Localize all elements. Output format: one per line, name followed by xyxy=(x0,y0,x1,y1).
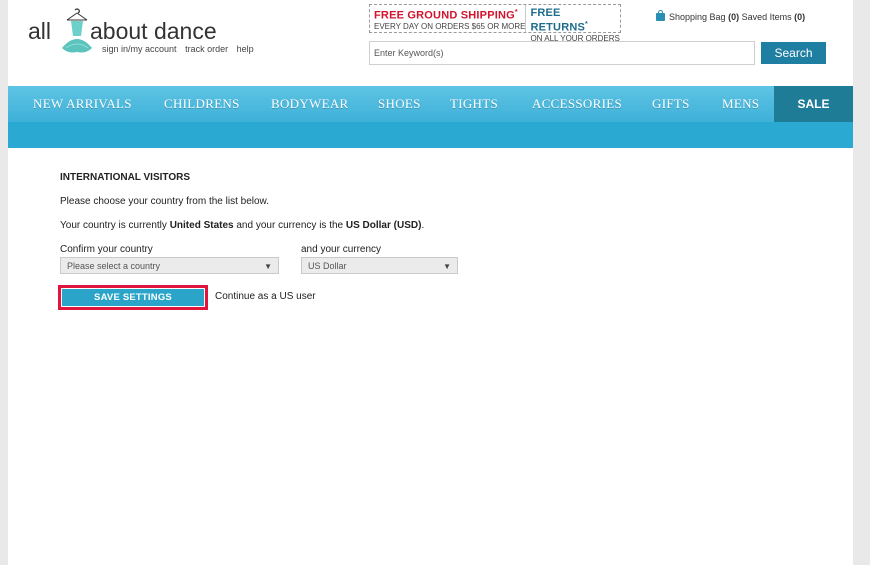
nav-sale[interactable]: SALE xyxy=(774,86,853,122)
page-title: INTERNATIONAL VISITORS xyxy=(60,172,191,183)
search-button[interactable]: Search xyxy=(761,42,826,64)
country-select-value: Please select a country xyxy=(67,261,161,271)
page: all about dance sign in/my account track… xyxy=(8,0,853,565)
help-link[interactable]: help xyxy=(237,44,254,54)
track-order-link[interactable]: track order xyxy=(185,44,228,54)
account-links: sign in/my account track order help xyxy=(102,44,260,54)
nav-shoes[interactable]: SHOES xyxy=(378,86,421,122)
nav-accessories[interactable]: ACCESSORIES xyxy=(532,86,622,122)
logo-text-all: all xyxy=(28,18,52,44)
main-nav: NEW ARRIVALS CHILDRENS BODYWEAR SHOES TI… xyxy=(8,86,853,122)
shipping-subtitle: EVERY DAY ON ORDERS $65 OR MORE xyxy=(374,21,526,31)
continue-as-us-user-link[interactable]: Continue as a US user xyxy=(215,291,316,302)
nav-new-arrivals[interactable]: NEW ARRIVALS xyxy=(33,86,132,122)
nav-mens[interactable]: MENS xyxy=(722,86,759,122)
shopping-bag-icon[interactable] xyxy=(656,10,665,21)
nav-gifts[interactable]: GIFTS xyxy=(652,86,690,122)
shopping-bag-area: Shopping Bag (0) Saved Items (0) xyxy=(656,10,806,22)
save-settings-button[interactable]: SAVE SETTINGS xyxy=(62,289,204,306)
country-select[interactable]: Please select a country ▼ xyxy=(60,257,279,274)
nav-bodywear[interactable]: BODYWEAR xyxy=(271,86,349,122)
save-settings-highlight: SAVE SETTINGS xyxy=(58,285,208,310)
free-shipping-promo: FREE GROUND SHIPPING* EVERY DAY ON ORDER… xyxy=(370,5,525,32)
sign-in-link[interactable]: sign in/my account xyxy=(102,44,177,54)
current-settings-text: Your country is currently United States … xyxy=(60,220,425,231)
saved-items-link[interactable]: Saved Items (0) xyxy=(742,12,806,22)
shipping-title: FREE GROUND SHIPPING* xyxy=(374,9,518,22)
currency-label: and your currency xyxy=(301,244,382,255)
site-logo[interactable]: all about dance sign in/my account track… xyxy=(28,8,258,68)
shopping-bag-link[interactable]: Shopping Bag (0) xyxy=(669,12,739,22)
nav-childrens[interactable]: CHILDRENS xyxy=(164,86,240,122)
nav-tights[interactable]: TIGHTS xyxy=(450,86,498,122)
logo-text-about-dance: about dance xyxy=(90,18,217,44)
promo-banner[interactable]: FREE GROUND SHIPPING* EVERY DAY ON ORDER… xyxy=(369,4,621,43)
free-returns-promo: FREE RETURNS* ON ALL YOUR ORDERS xyxy=(525,5,620,43)
returns-title: FREE RETURNS* xyxy=(530,7,588,34)
sub-nav-bar xyxy=(8,122,853,148)
country-label: Confirm your country xyxy=(60,244,153,255)
currency-select-value: US Dollar xyxy=(308,261,347,271)
dropdown-arrow-icon: ▼ xyxy=(443,262,451,271)
currency-select[interactable]: US Dollar ▼ xyxy=(301,257,458,274)
dropdown-arrow-icon: ▼ xyxy=(264,262,272,271)
instruction-text: Please choose your country from the list… xyxy=(60,196,269,207)
search-input[interactable] xyxy=(369,41,755,65)
